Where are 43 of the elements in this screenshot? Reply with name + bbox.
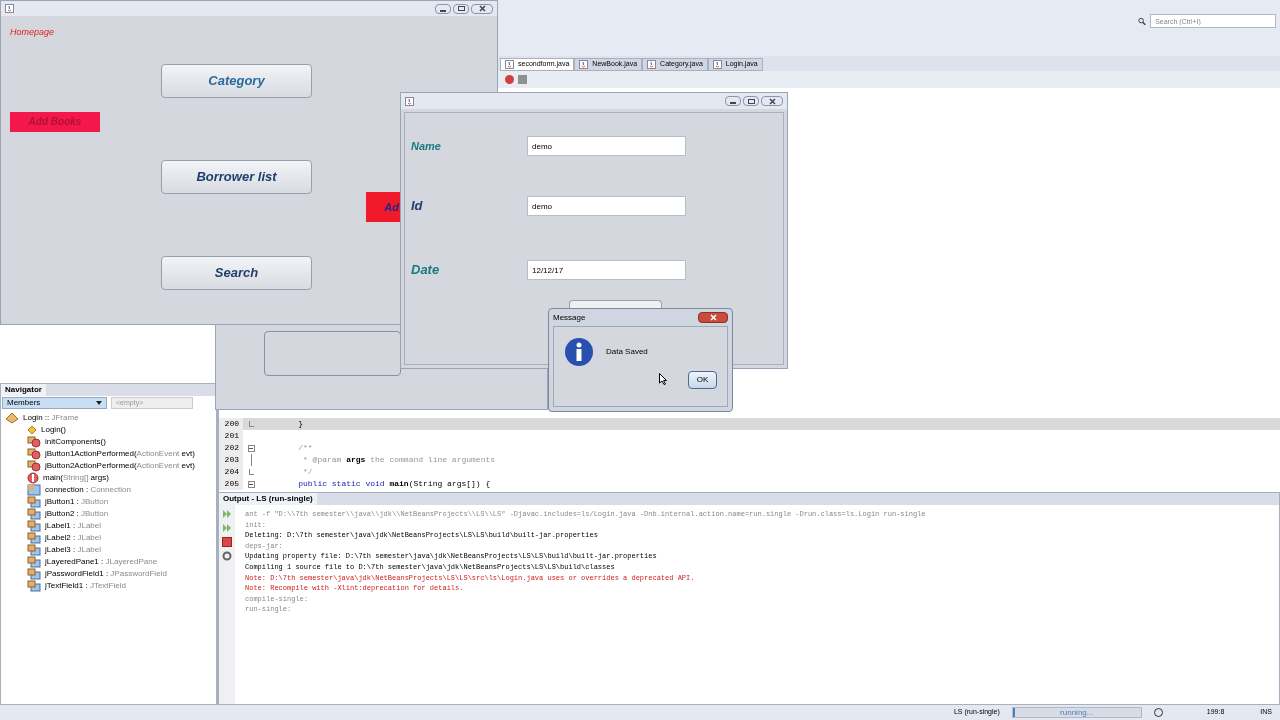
member-item[interactable]: initComponents() [45,438,106,446]
member-item[interactable]: jButton2ActionPerformed(ActionEvent evt) [45,462,195,470]
progress-label: running... [1059,708,1095,717]
member-item[interactable]: main(String[] args) [43,474,109,482]
member-item[interactable]: jButton1 : JButton [45,498,109,506]
line-number: 201 [219,430,243,442]
line-number: 205 [219,478,243,490]
field-label: Name [411,138,442,154]
member-item[interactable]: jButton1ActionPerformed(ActionEvent evt) [45,450,195,458]
line-number: 203 [219,454,243,466]
member-item[interactable]: connection : Connection [45,486,131,494]
member-item[interactable]: jButton2 : JButton [45,510,109,518]
field-label: Id [411,197,424,216]
text-field[interactable]: demo [527,136,686,156]
member-item[interactable]: jLabel2 : JLabel [45,534,102,542]
member-item[interactable]: jLayeredPane1 : JLayeredPane [45,558,158,566]
member-item[interactable]: jPasswordField1 : JPasswordField [45,570,167,578]
member-item[interactable]: jLabel3 : JLabel [45,546,102,554]
nav-button[interactable]: Borrower list [161,160,312,194]
line-number: 204 [219,466,243,478]
nav-button[interactable]: Category [161,64,312,98]
member-item[interactable]: Login() [41,426,66,434]
member-item[interactable]: jLabel1 : JLabel [45,522,102,530]
text-field[interactable]: 12/12/17 [527,260,686,280]
nav-button[interactable]: Search [161,256,312,290]
ok-button[interactable]: OK [688,371,717,389]
dialog-title: Message [553,311,586,324]
code-line: */ [302,466,313,478]
code-line: /** [297,442,313,454]
panel-tab[interactable]: Navigator [1,384,46,396]
code-line: * @param args the command line arguments [302,454,496,466]
code-line: public static void main(String args[]) { [297,478,491,490]
field-label: Date [411,261,441,280]
message-text: Data Saved [606,346,648,358]
line-number: 200 [219,418,243,430]
text-field[interactable]: demo [527,196,686,216]
code-line: } [297,418,303,430]
member-item[interactable]: jTextField1 : JTextField [45,582,126,590]
member-item[interactable]: Login :: JFrame [23,414,79,422]
members-dropdown[interactable]: Members [2,397,107,409]
line-number: 202 [219,442,243,454]
panel-tab[interactable]: Output - LS (run-single) [219,493,317,505]
homepage-title: Homepage [10,26,56,39]
